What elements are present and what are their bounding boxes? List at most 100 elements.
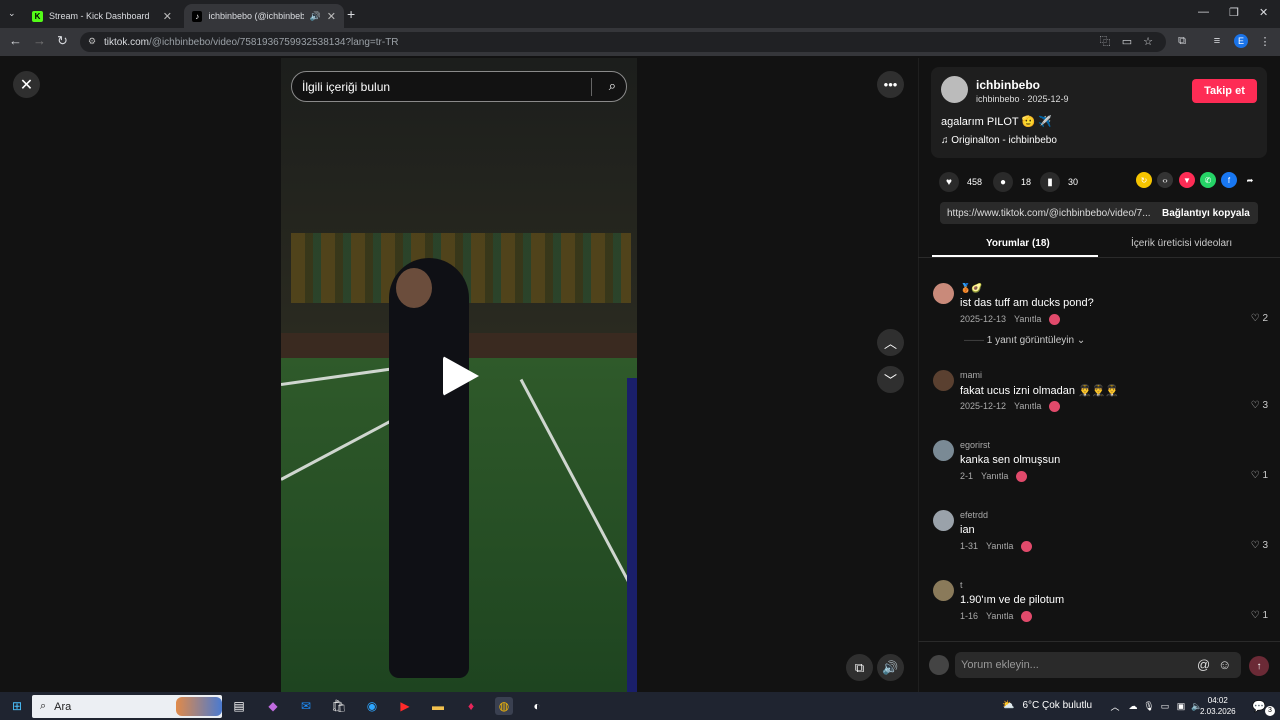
reply-link[interactable]: Yanıtla: [1014, 401, 1041, 412]
file-explorer-icon[interactable]: ▬: [429, 697, 447, 715]
heart-icon[interactable]: ♥: [939, 172, 959, 192]
volume-icon[interactable]: 🔊: [877, 654, 904, 681]
commenter-name[interactable]: egorirst: [960, 440, 990, 450]
outlook-icon[interactable]: ✉: [297, 697, 315, 715]
save-stat[interactable]: ▮ 30: [1040, 172, 1078, 192]
comment-like[interactable]: ♡ 3: [1251, 540, 1268, 551]
send-comment-button[interactable]: ↑: [1249, 656, 1269, 676]
commenter-name[interactable]: efetrdd: [960, 510, 988, 520]
commenter-avatar[interactable]: [933, 510, 954, 531]
commenter-name[interactable]: t: [960, 580, 963, 590]
save-count: 30: [1068, 177, 1079, 187]
close-window-icon[interactable]: ✕: [1259, 6, 1268, 19]
minimize-icon[interactable]: —: [1198, 6, 1209, 18]
share-arrow-icon[interactable]: ➦: [1242, 172, 1258, 188]
emoji-icon[interactable]: ☺: [1218, 657, 1231, 672]
store-icon[interactable]: 🛍: [330, 697, 348, 715]
tab-creator-videos[interactable]: İçerik üreticisi videoları: [1131, 238, 1232, 249]
close-video-button[interactable]: ✕: [13, 71, 40, 98]
address-bar[interactable]: ⚙ tiktok.com/@ichbinbebo/video/758193675…: [80, 32, 1166, 52]
reply-link[interactable]: Yanıtla: [986, 611, 1013, 622]
bookmark-icon[interactable]: ▮: [1040, 172, 1060, 192]
reply-link[interactable]: Yanıtla: [986, 541, 1013, 552]
tab-search-chevron-icon[interactable]: ⌄: [8, 8, 16, 19]
music-link[interactable]: ♫ Originalton - ichbinbebo: [941, 135, 1057, 146]
creator-liked-icon: [1021, 541, 1033, 552]
comment-text: 1.90'ım ve de pilotum: [960, 594, 1065, 606]
comment-like[interactable]: ♡ 1: [1251, 610, 1268, 621]
translate-icon[interactable]: ⿻: [1098, 34, 1112, 48]
cast-icon[interactable]: ▭: [1120, 34, 1134, 48]
comment-like[interactable]: ♡ 3: [1251, 400, 1268, 411]
commenter-avatar[interactable]: [933, 370, 954, 391]
back-icon[interactable]: ←: [9, 33, 22, 48]
comment-like[interactable]: ♡ 2: [1251, 313, 1268, 324]
reply-link[interactable]: Yanıtla: [981, 471, 1008, 482]
tab-kick-dashboard[interactable]: K Stream - Kick Dashboard ✕: [24, 4, 180, 28]
site-info-icon[interactable]: ⚙: [88, 36, 96, 47]
reload-icon[interactable]: ↻: [57, 33, 68, 49]
comment-stat[interactable]: ● 18: [993, 172, 1031, 192]
valorant-icon[interactable]: ♦: [462, 697, 480, 715]
comment-item: mami fakat ucus izni olmadan 👨‍✈️👨‍✈️👨‍✈…: [933, 370, 1268, 430]
new-tab-icon[interactable]: +: [347, 6, 355, 22]
comment-item: 🥉🥑 ist das tuff am ducks pond? 2025-12-1…: [933, 283, 1268, 343]
comment-bubble-icon[interactable]: ●: [993, 172, 1013, 192]
tab-comments[interactable]: Yorumlar (18): [986, 238, 1050, 249]
windows-start-icon[interactable]: ⊞: [8, 697, 26, 715]
forward-icon[interactable]: →: [33, 33, 46, 48]
media-control-icon[interactable]: ≡: [1210, 34, 1224, 48]
comment-like[interactable]: ♡ 1: [1251, 470, 1268, 481]
more-options-icon[interactable]: •••: [877, 71, 904, 98]
comment-text: ist das tuff am ducks pond?: [960, 297, 1094, 309]
related-search-input[interactable]: İlgili içeriği bulun ⌕: [291, 71, 627, 102]
restore-icon[interactable]: ❐: [1229, 6, 1239, 19]
repost-icon[interactable]: ↻: [1136, 172, 1152, 188]
commenter-avatar[interactable]: [933, 440, 954, 461]
commenter-name[interactable]: 🥉🥑: [960, 283, 982, 294]
previous-video-icon[interactable]: ︿: [877, 329, 904, 356]
system-clock[interactable]: 04:02 2.03.2026: [1200, 695, 1236, 717]
copilot-icon[interactable]: ◆: [264, 697, 282, 715]
close-tab-icon[interactable]: ✕: [163, 10, 172, 23]
obs-icon[interactable]: ◐: [528, 697, 546, 715]
play-icon[interactable]: [443, 356, 479, 396]
commenter-avatar[interactable]: [933, 580, 954, 601]
send-to-friends-icon[interactable]: ▼: [1179, 172, 1195, 188]
reply-link[interactable]: Yanıtla: [1014, 314, 1041, 325]
close-tab-icon[interactable]: ✕: [327, 10, 336, 23]
chrome-icon[interactable]: ◍: [495, 697, 513, 715]
next-video-icon[interactable]: ﹀: [877, 366, 904, 393]
like-stat[interactable]: ♥ 458: [939, 172, 982, 192]
heart-outline-icon: ♡: [1250, 470, 1263, 481]
youtube-music-icon[interactable]: ▶: [396, 697, 414, 715]
follow-button[interactable]: Takip et: [1192, 79, 1257, 103]
facebook-icon[interactable]: f: [1221, 172, 1237, 188]
view-replies-link[interactable]: —— 1 yanıt görüntüleyin ⌄: [964, 335, 1085, 346]
author-username[interactable]: ichbinbebo: [976, 78, 1040, 92]
comment-input[interactable]: Yorum ekleyin... @ ☺: [955, 652, 1241, 678]
floating-player-icon[interactable]: ⧉: [846, 654, 873, 681]
commenter-avatar[interactable]: [933, 283, 954, 304]
weather-widget[interactable]: ⛅ 6°C Çok bulutlu: [1002, 700, 1092, 711]
weather-text: 6°C Çok bulutlu: [1022, 700, 1093, 711]
extensions-icon[interactable]: ⧉: [1175, 34, 1189, 48]
search-icon[interactable]: ⌕: [609, 78, 616, 94]
bookmark-star-icon[interactable]: ☆: [1141, 34, 1155, 48]
share-link-url[interactable]: https://www.tiktok.com/@ichbinbebo/video…: [940, 208, 1152, 219]
comment-item: egorirst kanka sen olmuşsun 2-1 Yanıtla ♡…: [933, 440, 1268, 500]
audio-playing-icon[interactable]: 🔊: [310, 11, 321, 22]
taskbar-search[interactable]: ⌕ Ara: [32, 695, 222, 718]
embed-code-icon[interactable]: ‹›: [1157, 172, 1173, 188]
whatsapp-icon[interactable]: ✆: [1200, 172, 1216, 188]
copy-link-button[interactable]: Bağlantıyı kopyala: [1152, 208, 1250, 219]
mention-icon[interactable]: @: [1197, 657, 1210, 672]
edge-icon[interactable]: ◉: [363, 697, 381, 715]
menu-kebab-icon[interactable]: ⋮: [1258, 34, 1272, 48]
profile-avatar[interactable]: E: [1234, 34, 1248, 48]
author-avatar[interactable]: [941, 76, 968, 103]
tab-tiktok[interactable]: ♪ ichbinbebo (@ichbinbebo) 🔊 ✕: [184, 4, 344, 28]
tray-overflow-icon[interactable]: ︿: [1106, 697, 1124, 715]
commenter-name[interactable]: mami: [960, 370, 982, 380]
task-view-icon[interactable]: ▤: [230, 697, 248, 715]
